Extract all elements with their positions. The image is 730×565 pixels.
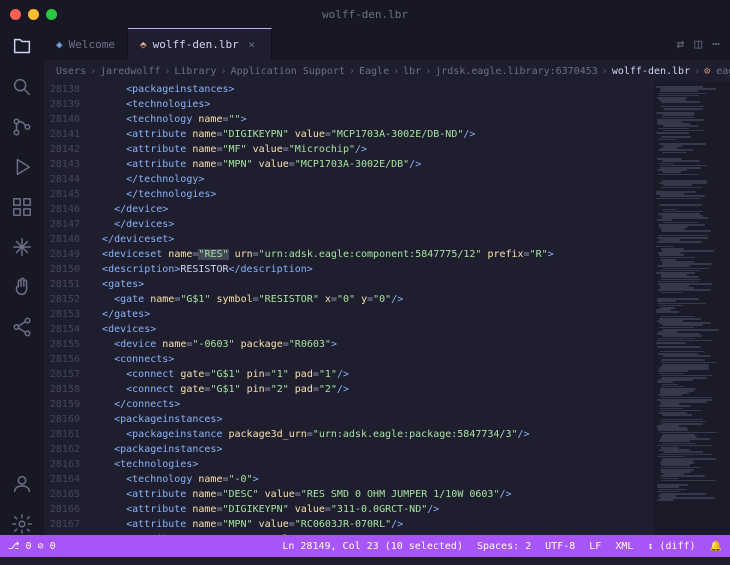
search-icon[interactable]	[11, 76, 33, 98]
zoom-window-icon[interactable]	[46, 9, 57, 20]
window-title: wolff-den.lbr	[322, 8, 408, 21]
accounts-icon[interactable]	[11, 473, 33, 495]
explorer-icon[interactable]	[11, 36, 33, 58]
diff-icon[interactable]: ⇄	[677, 37, 685, 52]
source-control-icon[interactable]	[11, 116, 33, 138]
split-editor-icon[interactable]: ◫	[694, 37, 702, 52]
status-bar: ⎇ 0 ⊘ 0 Ln 28149, Col 23 (10 selected) S…	[0, 535, 730, 557]
close-window-icon[interactable]	[10, 9, 21, 20]
tab-welcome[interactable]: ◈ Welcome	[44, 28, 128, 60]
breadcrumb[interactable]: Users › jaredwolff › Library › Applicati…	[44, 60, 730, 82]
activity-bar	[0, 28, 44, 535]
status-branch[interactable]: ⎇ 0 ⊘ 0	[8, 541, 56, 552]
editor[interactable]: 2813828139281402814128142281432814428145…	[44, 82, 730, 535]
sparkle-icon[interactable]	[11, 236, 33, 258]
tab-file[interactable]: ⬘ wolff-den.lbr ×	[128, 28, 272, 60]
title-bar: wolff-den.lbr	[0, 0, 730, 28]
line-numbers: 2813828139281402814128142281432814428145…	[44, 82, 90, 535]
xml-file-icon: ⬘	[140, 38, 147, 51]
share-icon[interactable]	[11, 316, 33, 338]
tab-bar: ◈ Welcome ⬘ wolff-den.lbr × ⇄ ◫ ⋯	[44, 28, 730, 60]
vscode-icon: ◈	[56, 38, 63, 51]
status-cursor-position[interactable]: Ln 28149, Col 23 (10 selected)	[282, 541, 463, 552]
settings-gear-icon[interactable]	[11, 513, 33, 535]
minimap[interactable]	[654, 82, 730, 535]
code-content[interactable]: <packageinstances> <technologies> <techn…	[90, 82, 654, 535]
window-controls	[10, 9, 57, 20]
more-actions-icon[interactable]: ⋯	[712, 37, 720, 52]
debug-icon[interactable]	[11, 156, 33, 178]
tab-close-icon[interactable]: ×	[245, 38, 259, 52]
tab-label: wolff-den.lbr	[153, 38, 239, 51]
status-language[interactable]: XML	[615, 541, 633, 552]
editor-actions: ⇄ ◫ ⋯	[667, 28, 730, 60]
status-eol[interactable]: LF	[589, 541, 601, 552]
tab-label: Welcome	[69, 38, 115, 51]
minimize-window-icon[interactable]	[28, 9, 39, 20]
hand-icon[interactable]	[11, 276, 33, 298]
status-encoding[interactable]: UTF-8	[545, 541, 575, 552]
status-diff[interactable]: ↕ (diff)	[647, 541, 695, 552]
status-notifications-icon[interactable]: 🔔	[710, 541, 722, 552]
extensions-icon[interactable]	[11, 196, 33, 218]
status-indent[interactable]: Spaces: 2	[477, 541, 531, 552]
